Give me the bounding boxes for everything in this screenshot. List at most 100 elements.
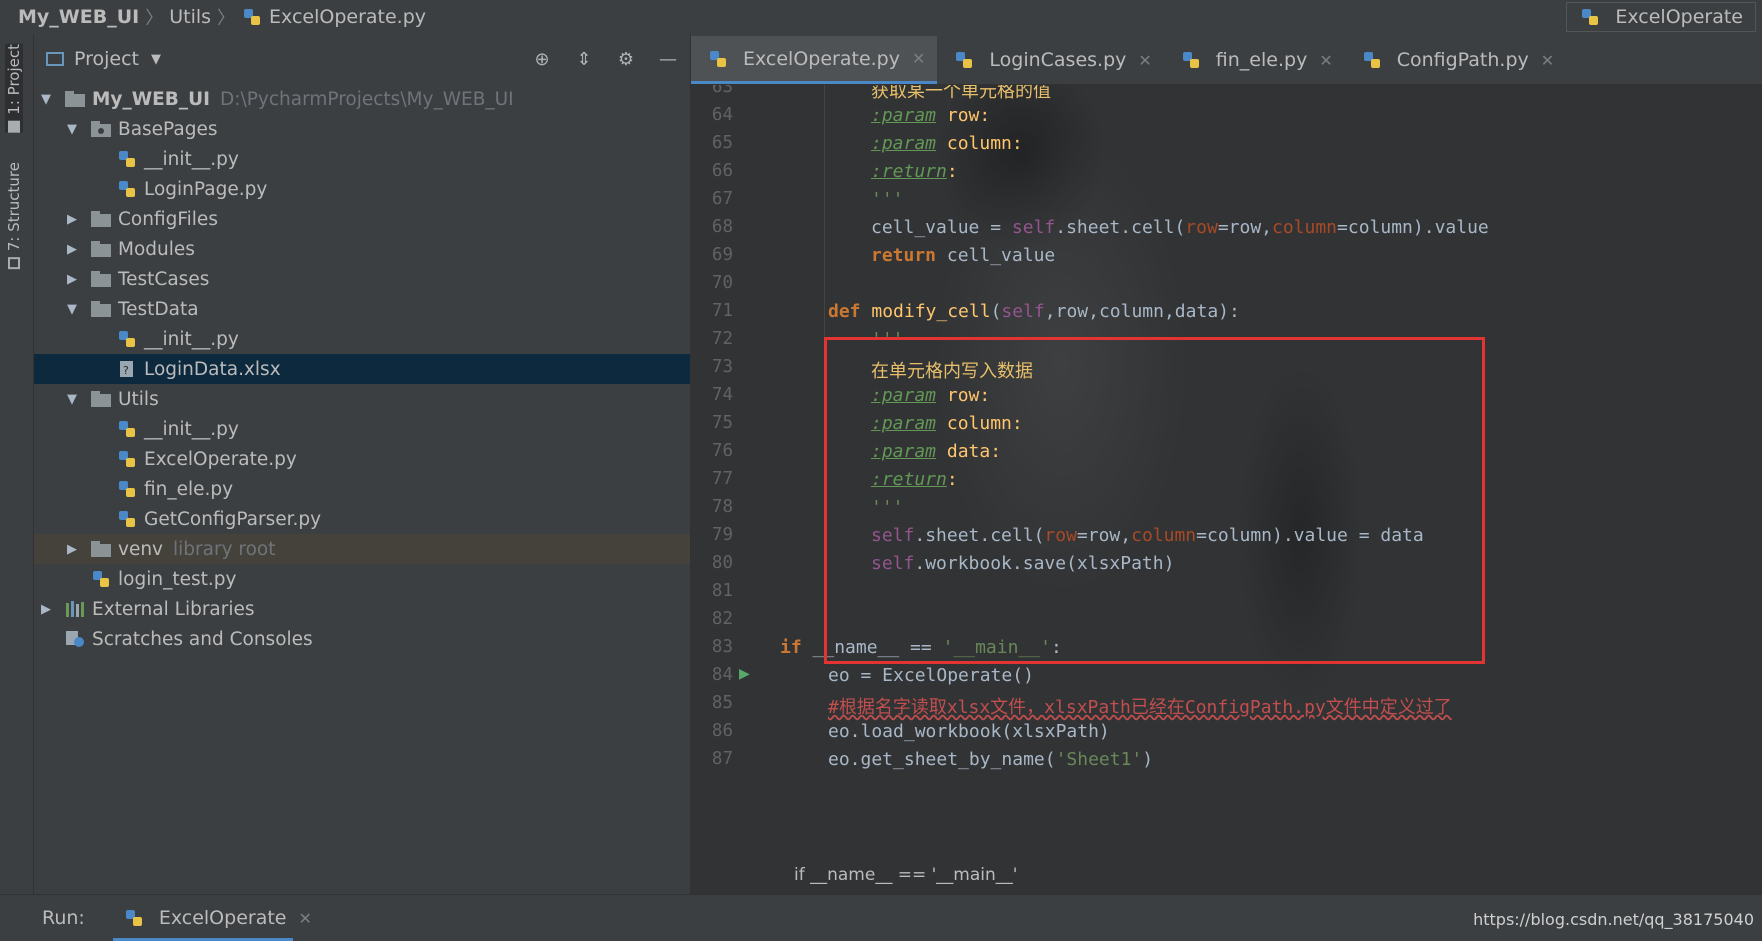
chevron-right-icon[interactable]: ▶ xyxy=(64,272,80,287)
doc-tag: :param xyxy=(871,105,937,126)
line-number: 76 xyxy=(711,441,733,461)
tab-label: fin_ele.py xyxy=(1215,49,1308,71)
project-panel-title[interactable]: Project xyxy=(74,48,139,70)
breadcrumb-folder[interactable]: Utils xyxy=(163,6,217,28)
close-icon[interactable]: ✕ xyxy=(912,49,925,68)
chevron-right-icon[interactable]: ▶ xyxy=(64,542,80,557)
line-number: 83 xyxy=(711,637,733,657)
tree-row[interactable]: ▼ TestData xyxy=(34,294,690,324)
chevron-right-icon[interactable]: ▶ xyxy=(64,242,80,257)
code-line: :param column: xyxy=(871,133,1023,154)
close-icon[interactable]: ✕ xyxy=(1138,51,1151,70)
tree-label: Scratches and Consoles xyxy=(92,628,313,650)
close-icon[interactable]: ✕ xyxy=(1319,51,1332,70)
run-configuration-selector[interactable]: ExcelOperate xyxy=(1566,2,1756,32)
python-file-icon xyxy=(90,569,112,589)
python-file-icon xyxy=(1180,50,1202,70)
editor-tabs: ExcelOperate.py ✕ LoginCases.py ✕ fin_el… xyxy=(691,34,1762,85)
structure-icon xyxy=(8,257,20,270)
python-file-icon xyxy=(116,149,138,169)
tree-row[interactable]: ▼ Utils xyxy=(34,384,690,414)
breadcrumb-separator: 〉 xyxy=(217,8,236,29)
tree-label: TestData xyxy=(118,298,199,320)
project-tool-tab-label: 1: Project xyxy=(5,44,23,115)
unknown-file-icon: ? xyxy=(116,359,138,379)
tree-row[interactable]: ExcelOperate.py xyxy=(34,444,690,474)
code-line: :param row: xyxy=(871,105,990,126)
project-panel-header: Project ▼ ⊕ ⇕ ⚙ — xyxy=(34,34,690,84)
close-icon[interactable]: ✕ xyxy=(1541,51,1554,70)
code-text: row: xyxy=(936,105,991,126)
collapse-all-icon[interactable]: ⇕ xyxy=(572,47,596,71)
run-gutter-icon[interactable]: ▶ xyxy=(739,666,750,682)
tree-label: TestCases xyxy=(118,268,210,290)
structure-tool-tab[interactable]: 7: Structure xyxy=(5,162,23,270)
code-line: cell_value = self.sheet.cell(row=row,col… xyxy=(871,217,1489,238)
line-number: 68 xyxy=(711,217,733,237)
editor-breadcrumb[interactable]: if __name__ == '__main__' xyxy=(691,856,1762,894)
python-file-icon xyxy=(116,329,138,349)
tree-row[interactable]: Scratches and Consoles xyxy=(34,624,690,654)
tree-row[interactable]: __init__.py xyxy=(34,414,690,444)
line-number: 80 xyxy=(711,553,733,573)
tree-row[interactable]: ▶ External Libraries xyxy=(34,594,690,624)
breadcrumb-project[interactable]: My_WEB_UI xyxy=(0,6,145,28)
breadcrumb-file-label: ExcelOperate.py xyxy=(269,6,427,28)
tree-row[interactable]: ▶ venv library root xyxy=(34,534,690,564)
tree-row[interactable]: ▶ ConfigFiles xyxy=(34,204,690,234)
breadcrumb-file[interactable]: ExcelOperate.py xyxy=(235,6,432,28)
run-tab-excel-operate[interactable]: ExcelOperate ✕ xyxy=(112,895,322,941)
chevron-down-icon[interactable]: ▼ xyxy=(64,302,80,317)
chevron-down-icon[interactable]: ▼ xyxy=(64,392,80,407)
tree-row[interactable]: GetConfigParser.py xyxy=(34,504,690,534)
code-text: cell_value xyxy=(936,245,1056,266)
tree-row[interactable]: __init__.py xyxy=(34,144,690,174)
tree-row-selected[interactable]: ? LoginData.xlsx xyxy=(34,354,690,384)
tab-fin-ele[interactable]: fin_ele.py ✕ xyxy=(1164,36,1345,84)
string-literal: 'Sheet1' xyxy=(1055,749,1143,770)
code-line: ''' xyxy=(871,189,904,210)
line-number: 87 xyxy=(711,749,733,769)
tab-excel-operate[interactable]: ExcelOperate.py ✕ xyxy=(691,36,938,84)
chevron-down-icon[interactable]: ▼ xyxy=(151,52,161,67)
navigation-bar: My_WEB_UI 〉 Utils 〉 ExcelOperate.py Exce… xyxy=(0,0,1762,35)
tree-row[interactable]: ▼ BasePages xyxy=(34,114,690,144)
project-view-icon xyxy=(46,52,64,66)
tree-row[interactable]: ▶ TestCases xyxy=(34,264,690,294)
line-number: 81 xyxy=(711,581,733,601)
project-tool-tab[interactable]: 1: Project xyxy=(5,44,23,133)
tree-row[interactable]: fin_ele.py xyxy=(34,474,690,504)
tree-row[interactable]: LoginPage.py xyxy=(34,174,690,204)
tab-config-path[interactable]: ConfigPath.py ✕ xyxy=(1345,36,1566,84)
python-file-icon xyxy=(116,179,138,199)
keyword: return xyxy=(871,245,937,266)
gear-icon[interactable]: ⚙ xyxy=(614,47,638,71)
tree-path: D:\PycharmProjects\My_WEB_UI xyxy=(220,88,514,110)
folder-icon xyxy=(64,89,86,109)
python-file-icon xyxy=(707,49,729,69)
chevron-down-icon[interactable]: ▼ xyxy=(38,92,54,107)
tree-label: ExcelOperate.py xyxy=(144,448,297,470)
tab-login-cases[interactable]: LoginCases.py ✕ xyxy=(937,36,1163,84)
close-icon[interactable]: ✕ xyxy=(298,909,311,928)
chevron-down-icon[interactable]: ▼ xyxy=(64,122,80,137)
chevron-right-icon[interactable]: ▶ xyxy=(38,602,54,617)
chevron-right-icon[interactable]: ▶ xyxy=(64,212,80,227)
line-number: 73 xyxy=(711,357,733,377)
annotation-highlight-box xyxy=(824,337,1485,664)
tree-label: venv xyxy=(118,538,164,560)
tree-row[interactable]: __init__.py xyxy=(34,324,690,354)
tree-row[interactable]: ▶ Modules xyxy=(34,234,690,264)
tree-label: login_test.py xyxy=(118,568,237,590)
line-number-gutter: 63 64 65 66 67 68 69 70 71 72 73 74 75 7… xyxy=(691,77,771,894)
tree-row[interactable]: login_test.py xyxy=(34,564,690,594)
locate-icon[interactable]: ⊕ xyxy=(530,47,554,71)
tree-row[interactable]: ▼ My_WEB_UI D:\PycharmProjects\My_WEB_UI xyxy=(34,84,690,114)
hide-icon[interactable]: — xyxy=(656,47,680,71)
folder-icon xyxy=(90,239,112,259)
tree-label: fin_ele.py xyxy=(144,478,234,500)
tree-label: My_WEB_UI xyxy=(92,88,211,110)
code-text: eo.get_sheet_by_name( xyxy=(828,749,1056,770)
python-icon xyxy=(1579,7,1601,27)
run-tab-label: ExcelOperate xyxy=(158,907,287,929)
